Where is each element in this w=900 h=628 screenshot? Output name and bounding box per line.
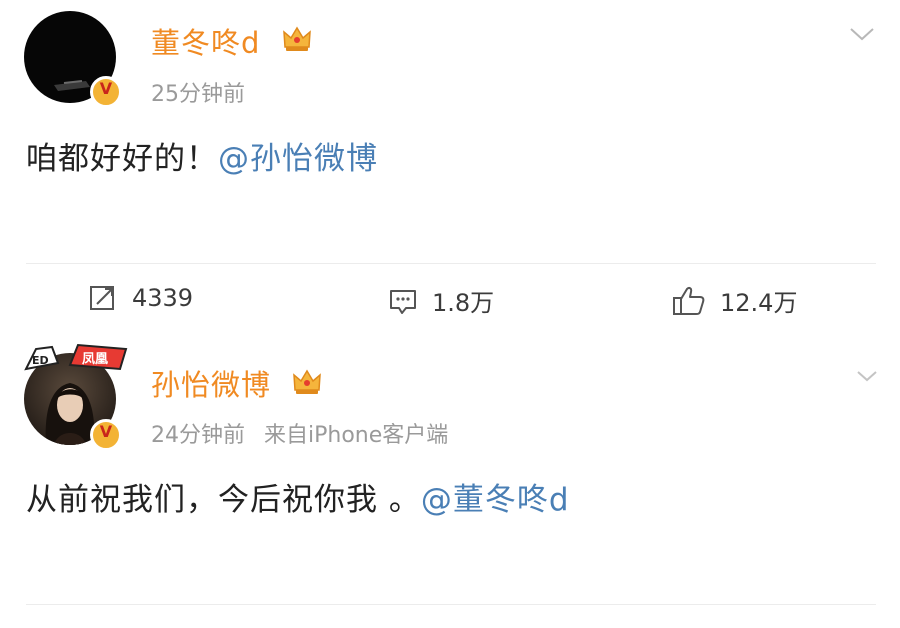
crown-icon	[283, 26, 311, 51]
verified-badge-icon: V	[90, 76, 122, 108]
post-source: 来自iPhone客户端	[264, 423, 449, 448]
chevron-down-icon[interactable]	[856, 368, 878, 384]
avatar-sticker-decoration: ED 凤凰	[24, 343, 128, 371]
weibo-feed: V 董冬咚d 25分钟前 咱都好好的！@孙怡微博 4339 1.8万 12.4万…	[0, 0, 900, 628]
post-text: 咱都好好的！@孙怡微博	[26, 133, 378, 178]
comment-button[interactable]: 1.8万	[388, 283, 494, 318]
author-name[interactable]: 董冬咚d	[151, 20, 260, 62]
author-name[interactable]: 孙怡微博	[151, 362, 271, 404]
svg-text:ED: ED	[32, 354, 49, 367]
like-icon	[673, 286, 705, 315]
post-text: 从前祝我们，今后祝你我 。@董冬咚d	[26, 474, 570, 519]
post-body: 咱都好好的！	[26, 141, 218, 177]
mention-link[interactable]: @孙怡微博	[218, 141, 378, 177]
divider	[26, 604, 876, 605]
post-body: 从前祝我们，今后祝你我 。	[26, 482, 421, 518]
comment-icon	[390, 289, 416, 314]
like-button[interactable]: 12.4万	[672, 283, 797, 318]
mention-link[interactable]: @董冬咚d	[421, 482, 570, 518]
svg-text:凤凰: 凤凰	[82, 352, 108, 367]
post-time: 25分钟前	[151, 82, 245, 107]
post-meta: 24分钟前 来自iPhone客户端	[151, 417, 448, 449]
repost-count: 4339	[132, 284, 194, 312]
chevron-down-icon[interactable]	[848, 25, 876, 43]
like-count: 12.4万	[720, 289, 798, 317]
divider	[26, 263, 876, 264]
crown-icon	[293, 369, 321, 394]
repost-icon	[90, 286, 114, 310]
verified-badge-icon: V	[90, 419, 122, 451]
comment-count: 1.8万	[432, 289, 495, 317]
post-time: 24分钟前	[151, 423, 245, 448]
repost-button[interactable]: 4339	[88, 283, 193, 313]
